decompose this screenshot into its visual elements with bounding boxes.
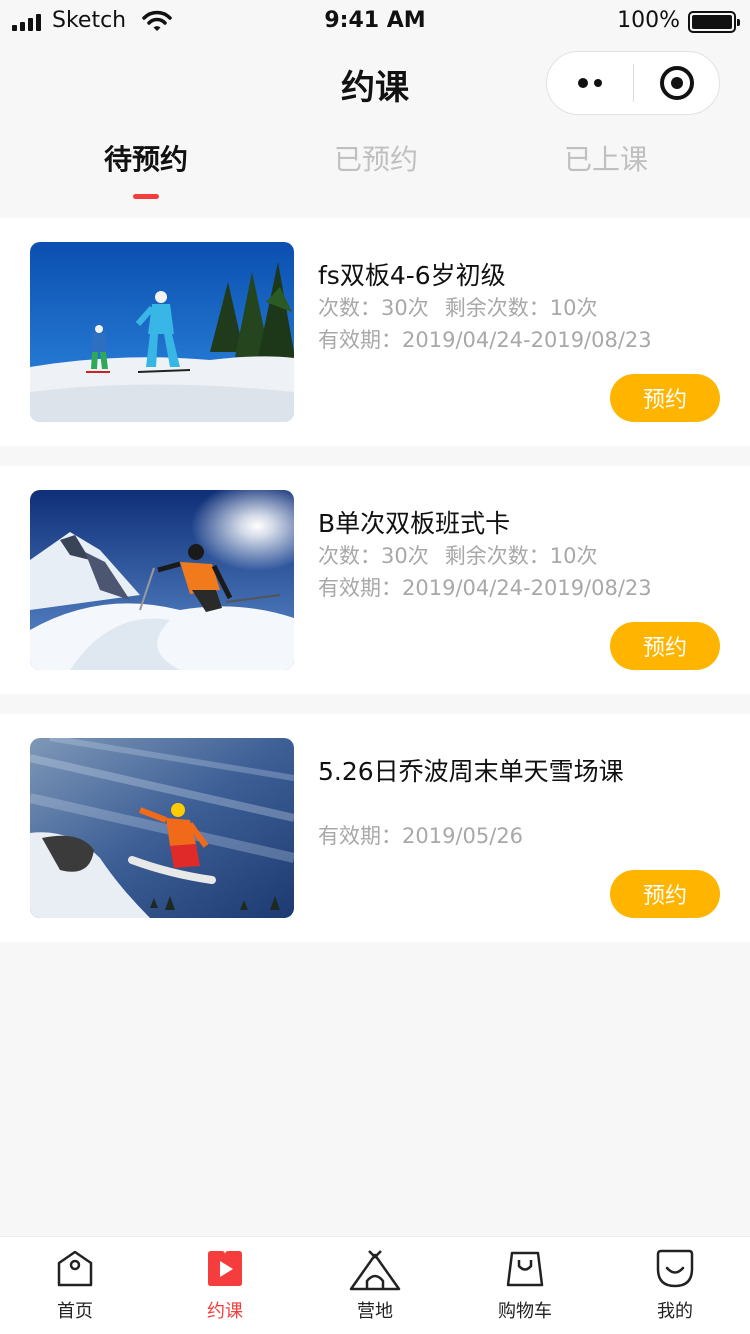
tab-pending[interactable]: 待预约 [76, 138, 216, 178]
battery-icon [688, 11, 740, 33]
course-book-icon [208, 1251, 242, 1286]
tent-icon [349, 1250, 401, 1291]
tab-booked[interactable]: 已预约 [306, 138, 446, 178]
course-card[interactable]: fs双板4-6岁初级 次数：30次 剩余次数：10次 有效期：2019/04/24… [0, 218, 750, 446]
course-card[interactable]: B单次双板班式卡 次数：30次 剩余次数：10次 有效期：2019/04/24-2… [0, 466, 750, 694]
course-title: fs双板4-6岁初级 [318, 261, 506, 290]
course-image-skier-powder [30, 490, 294, 670]
close-miniprogram-button[interactable] [634, 52, 719, 114]
more-dots-icon [578, 78, 588, 88]
tab-attended[interactable]: 已上课 [536, 138, 676, 178]
book-button[interactable]: 预约 [610, 870, 720, 918]
course-validity: 有效期：2019/04/24-2019/08/23 [318, 576, 652, 600]
tabbar-item-cart[interactable]: 购物车 [450, 1237, 600, 1334]
status-bar: Sketch 9:41 AM 100% [0, 0, 750, 44]
course-remaining-times: 剩余次数：10次 [444, 296, 598, 320]
tabbar-label: 首页 [57, 1301, 93, 1322]
book-button[interactable]: 预约 [610, 622, 720, 670]
target-icon [659, 66, 694, 100]
course-counts: 次数：30次 剩余次数：10次 [318, 292, 597, 322]
course-total-times: 次数：30次 [318, 544, 429, 568]
shopping-bag-icon [506, 1251, 544, 1287]
book-button[interactable]: 预约 [610, 374, 720, 422]
course-image-ski-parent-child [30, 242, 294, 422]
course-card[interactable]: 5.26日乔波周末单天雪场课 有效期：2019/05/26 预约 [0, 714, 750, 942]
battery-percent: 100% [617, 8, 680, 33]
bottom-tab-bar: 首页 约课 营地 购物车 我的 [0, 1236, 750, 1334]
course-validity: 有效期：2019/04/24-2019/08/23 [318, 328, 652, 352]
course-total-times: 次数：30次 [318, 296, 429, 320]
smile-face-icon [656, 1249, 694, 1288]
status-tabs: 待预约 已预约 已上课 [0, 130, 750, 210]
tabbar-item-mine[interactable]: 我的 [600, 1237, 750, 1334]
course-title: B单次双板班式卡 [318, 509, 511, 538]
course-counts: 次数：30次 剩余次数：10次 [318, 540, 597, 570]
mini-program-capsule [546, 51, 720, 115]
tabbar-label: 营地 [357, 1301, 393, 1322]
tabbar-item-course[interactable]: 约课 [150, 1237, 300, 1334]
tabbar-item-home[interactable]: 首页 [0, 1237, 150, 1334]
home-tag-icon [57, 1250, 93, 1287]
active-tab-indicator [133, 194, 159, 199]
tabbar-label: 购物车 [498, 1301, 552, 1322]
tabbar-item-camp[interactable]: 营地 [300, 1237, 450, 1334]
course-title: 5.26日乔波周末单天雪场课 [318, 757, 624, 786]
course-validity: 有效期：2019/05/26 [318, 824, 524, 848]
more-options-button[interactable] [547, 52, 633, 114]
tabbar-label: 约课 [207, 1301, 243, 1322]
tabbar-label: 我的 [657, 1301, 693, 1322]
course-image-snowboarder-jump [30, 738, 294, 918]
course-remaining-times: 剩余次数：10次 [444, 544, 598, 568]
